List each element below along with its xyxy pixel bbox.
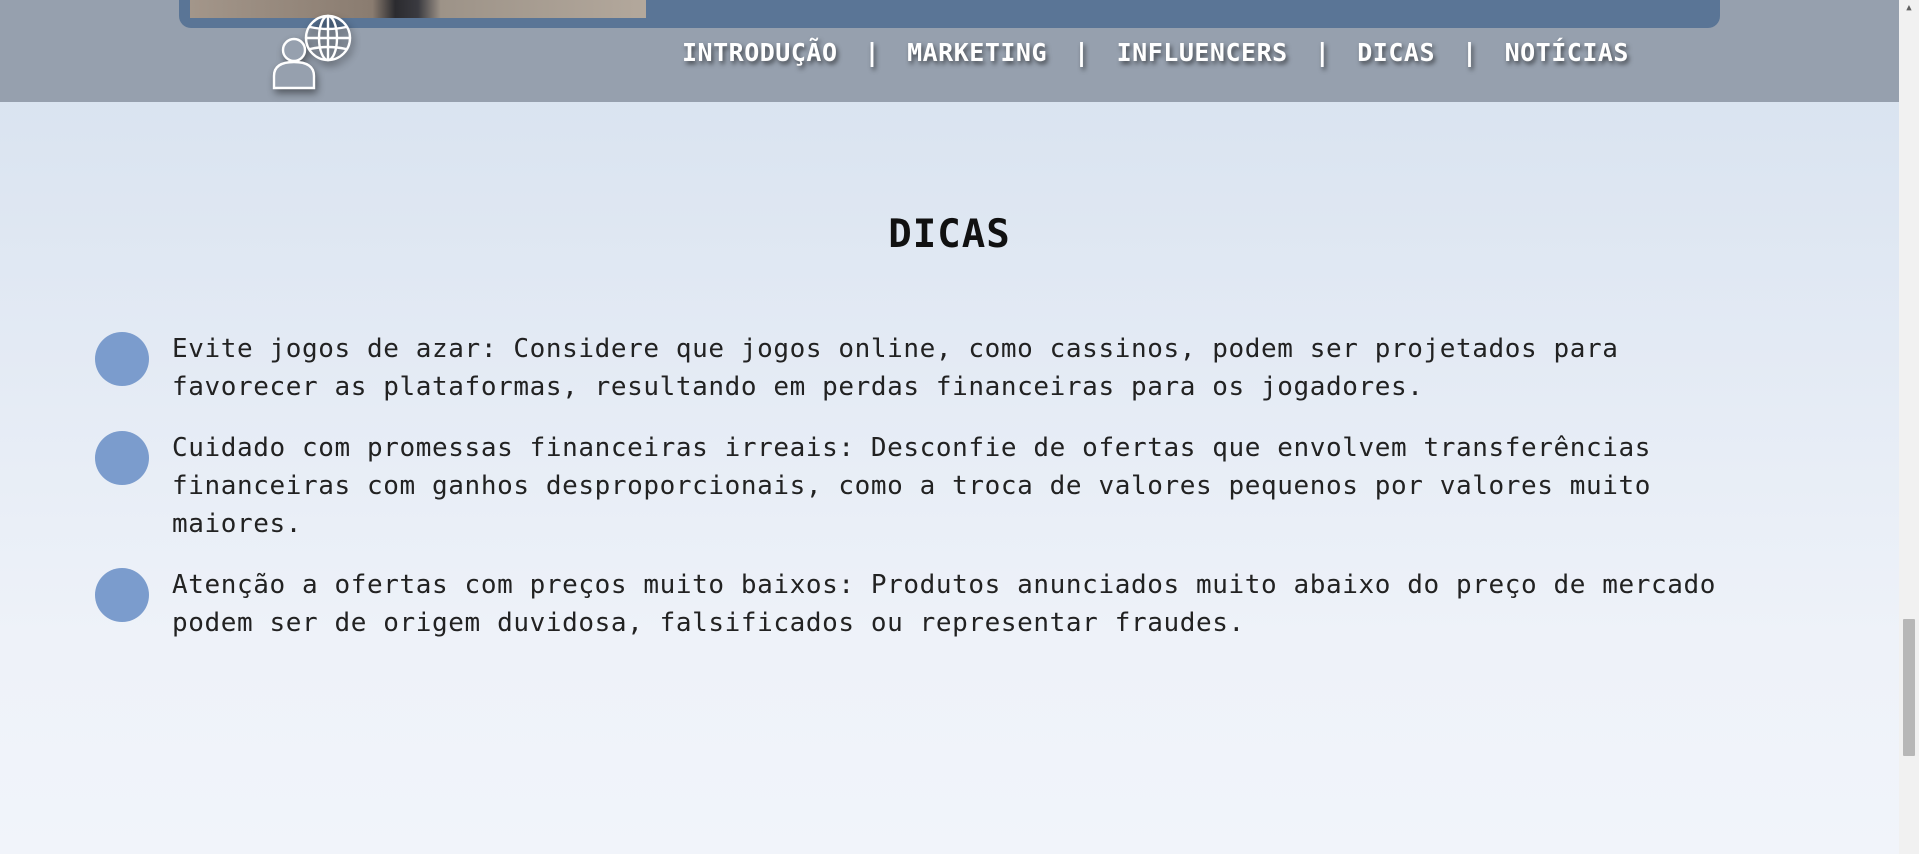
circle-bullet-icon (95, 431, 149, 485)
banner-image (190, 0, 646, 18)
nav-separator: | (1462, 37, 1478, 67)
main-nav: INTRODUÇÃO | MARKETING | INFLUENCERS | D… (682, 34, 1629, 70)
vertical-scrollbar[interactable]: ▲ (1899, 0, 1919, 854)
nav-separator: | (1074, 37, 1090, 67)
nav-item-noticias[interactable]: NOTÍCIAS (1505, 38, 1629, 67)
nav-separator: | (864, 37, 881, 67)
top-banner (179, 0, 1720, 28)
section-title: DICAS (888, 212, 1011, 257)
circle-bullet-icon (95, 332, 149, 386)
site-header: INTRODUÇÃO | MARKETING | INFLUENCERS | D… (0, 0, 1899, 102)
scrollbar-thumb[interactable] (1903, 619, 1915, 756)
tip-text: Cuidado com promessas financeiras irreai… (172, 433, 1652, 539)
nav-item-dicas[interactable]: DICAS (1357, 38, 1435, 67)
nav-separator: | (1314, 37, 1331, 67)
list-item: Atenção a ofertas com preços muito baixo… (95, 566, 1775, 642)
scroll-up-arrow-icon[interactable]: ▲ (1899, 0, 1919, 16)
list-item: Evite jogos de azar: Considere que jogos… (95, 330, 1775, 406)
tip-text: Atenção a ofertas com preços muito baixo… (172, 570, 1717, 638)
circle-bullet-icon (95, 568, 149, 622)
tips-list: Evite jogos de azar: Considere que jogos… (95, 330, 1775, 665)
tip-text: Evite jogos de azar: Considere que jogos… (172, 334, 1619, 402)
list-item: Cuidado com promessas financeiras irreai… (95, 429, 1775, 543)
person-globe-icon[interactable] (272, 10, 356, 90)
nav-item-influencers[interactable]: INFLUENCERS (1117, 38, 1288, 67)
nav-item-introducao[interactable]: INTRODUÇÃO (682, 38, 838, 67)
nav-item-marketing[interactable]: MARKETING (907, 38, 1047, 67)
